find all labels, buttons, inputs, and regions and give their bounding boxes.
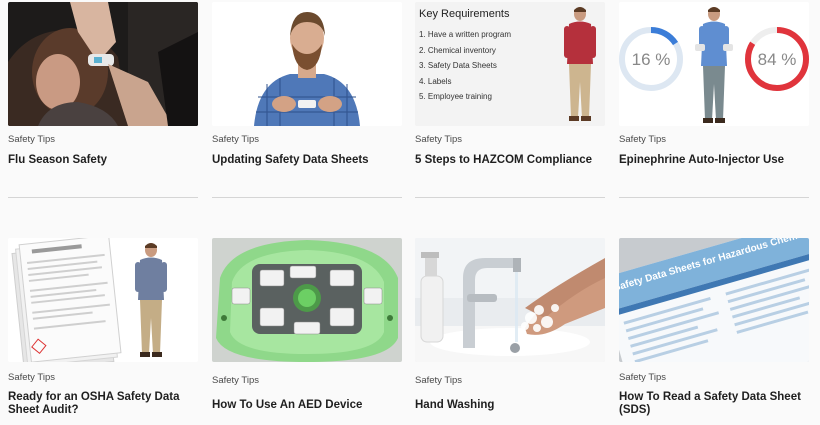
slide-heading: Key Requirements [419,8,510,20]
slide-list-item: 1. Have a written program [419,30,512,39]
card-title[interactable]: Epinephrine Auto-Injector Use [619,154,809,167]
card-category: Safety Tips [619,134,666,145]
card-title[interactable]: Updating Safety Data Sheets [212,154,402,167]
card-category: Safety Tips [8,372,55,383]
card-title[interactable]: How To Use An AED Device [212,399,402,412]
video-card[interactable]: Safety Tips Hand Washing [415,238,605,412]
card-category: Safety Tips [415,375,462,386]
card-title[interactable]: Ready for an OSHA Safety Data Sheet Audi… [8,391,198,417]
slide-list-item: 3. Safety Data Sheets [419,61,497,70]
stat-left-percent: 16 % [631,50,671,69]
video-card[interactable]: Safety Tips Flu Season Safety [8,2,198,167]
aed-device-image [212,238,402,362]
slide-list-item: 4. Labels [419,76,452,86]
card-title[interactable]: 5 Steps to HAZCOM Compliance [415,154,605,167]
presenter-plaid-image [212,2,402,126]
thumbnail-presenter[interactable] [212,2,402,126]
video-card[interactable]: Safety Data Sheets for Hazardous Chemica… [619,238,809,417]
video-card[interactable]: Safety Tips Updating Safety Data Sheets [212,2,402,167]
card-title[interactable]: Hand Washing [415,399,605,412]
card-category: Safety Tips [212,134,259,145]
slide-list-item: 2. Chemical inventory [419,45,496,55]
sds-document-image: Safety Data Sheets for Hazardous Chemica… [619,238,809,362]
video-card[interactable]: Key Requirements 1. Have a written progr… [415,2,605,167]
card-divider [212,197,402,198]
sds-sheets-presenter-image [8,238,198,362]
card-category: Safety Tips [8,134,55,145]
thumbnail-aed-device[interactable] [212,238,402,362]
card-title[interactable]: Flu Season Safety [8,154,198,167]
thumbnail-sds-document[interactable]: Safety Data Sheets for Hazardous Chemica… [619,238,809,362]
thumbnail-key-requirements[interactable]: Key Requirements 1. Have a written progr… [415,2,605,126]
slide-requirements-list: 1. Have a written program 2. Chemical in… [419,27,511,105]
card-category: Safety Tips [212,375,259,386]
card-divider [619,197,809,198]
card-title[interactable]: How To Read a Safety Data Sheet (SDS) [619,391,809,417]
card-divider [415,197,605,198]
stat-right-percent: 84 % [757,50,797,69]
video-card[interactable]: Safety Tips How To Use An AED Device [212,238,402,412]
card-category: Safety Tips [619,372,666,383]
video-card[interactable]: 16 % 84 % Safety Tips Epinephrine Auto-I… [619,2,809,167]
thumbnail-sds-sheets[interactable] [8,238,198,362]
card-divider [8,197,198,198]
card-category: Safety Tips [415,134,462,145]
thumbnail-hand-washing[interactable] [415,238,605,362]
slide-list-item: 5. Employee training [419,92,492,101]
thumbnail-woman-thermometer[interactable] [8,2,198,126]
hand-washing-image [415,238,605,362]
presenter-figure [564,7,596,121]
thumbnail-percent-rings[interactable]: 16 % 84 % [619,2,809,126]
video-card[interactable]: Safety Tips Ready for an OSHA Safety Dat… [8,238,198,417]
woman-thermometer-image [8,2,198,126]
